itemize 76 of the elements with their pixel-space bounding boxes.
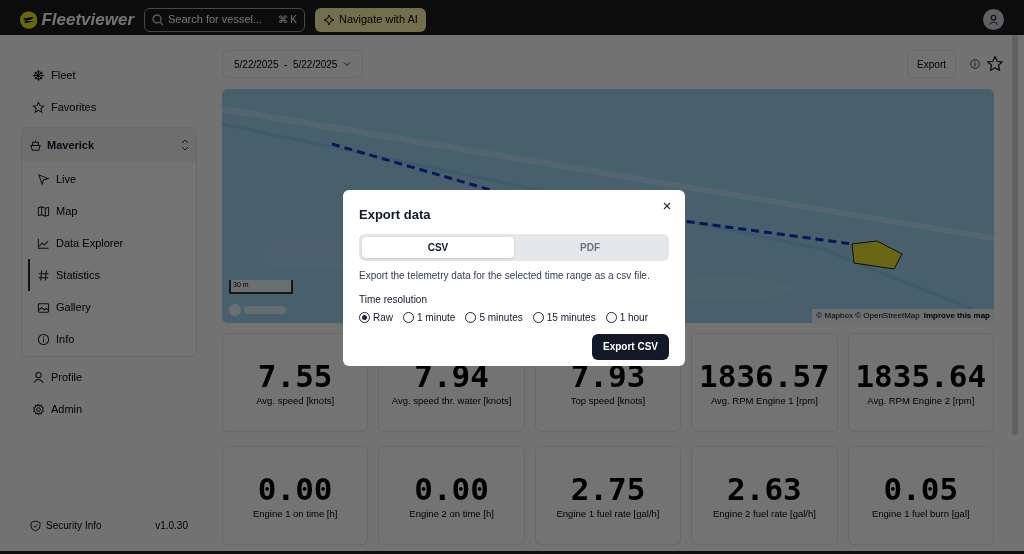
stat-label: Avg. speed thr. water [knots] [391, 394, 512, 408]
radio-label[interactable]: 15 minutes [546, 309, 596, 325]
stat-label: Engine 1 on time [h] [252, 507, 338, 521]
scrollbar[interactable] [1012, 35, 1018, 435]
sidebar-item[interactable]: Profile [21, 361, 197, 393]
version-label: v1.0.30 [155, 519, 188, 533]
dialog-description: Export the telemetry data for the selected time range as a csv file. [359, 268, 651, 283]
chevron-down-icon [343, 61, 352, 67]
mapbox-logo-icon [228, 303, 288, 317]
sidebar-item[interactable]: Gallery [28, 291, 196, 323]
hash-icon [37, 268, 50, 282]
export-button[interactable]: Export [907, 50, 956, 78]
stat-value: 2.63 [727, 471, 802, 507]
logo-text: Fleetviewer [41, 8, 134, 31]
stat-value: 0.05 [883, 471, 959, 507]
dialog-title: Export data [359, 206, 432, 224]
sidebar-item[interactable]: Statistics [28, 259, 196, 291]
date-range-picker[interactable]: 5/22/2025 - 5/22/2025 [222, 50, 364, 78]
improve-map-link[interactable]: Improve this map [923, 310, 990, 322]
stat-label: Avg. speed [knots] [256, 394, 335, 408]
stat-label: Engine 1 fuel burn [gal] [871, 507, 970, 521]
radio-label[interactable]: 1 minute [417, 309, 456, 325]
sidebar-item[interactable]: Live [28, 163, 196, 195]
radio-label[interactable]: 5 minutes [479, 309, 523, 325]
stat-value: 0.00 [257, 471, 333, 507]
map-icon [37, 204, 50, 218]
stat-value: 1836.57 [699, 358, 830, 394]
close-button[interactable] [661, 200, 673, 212]
user-icon [32, 370, 45, 384]
search-icon [152, 13, 164, 26]
star-icon[interactable] [986, 55, 1004, 73]
stat-value: 1835.64 [855, 358, 987, 394]
avatar[interactable] [983, 9, 1004, 30]
stat-label: Avg. RPM Engine 2 [rpm] [867, 394, 975, 408]
helm-icon [32, 68, 45, 82]
sidebar-item[interactable]: Map [28, 195, 196, 227]
tab[interactable]: PDF [514, 236, 666, 258]
vessel-selector[interactable]: Maverick [22, 128, 196, 162]
stat-label: Avg. RPM Engine 1 [rpm] [710, 394, 818, 408]
stat-label: Engine 1 fuel rate [gal/h] [556, 507, 660, 521]
star-icon [32, 100, 45, 114]
line-chart-icon [37, 236, 50, 250]
sidebar-item[interactable]: Favorites [21, 91, 197, 123]
search-placeholder: Search for vessel... [168, 12, 264, 28]
close-icon [663, 202, 671, 210]
shield-icon [30, 519, 41, 532]
image-icon [37, 300, 50, 314]
user-icon [988, 14, 999, 25]
sidebar-item[interactable]: Admin [21, 393, 197, 425]
navigate-ai-button[interactable]: Navigate with AI [315, 7, 426, 32]
stat-label: Engine 2 fuel rate [gal/h] [712, 507, 816, 521]
tab[interactable]: CSV [362, 236, 514, 258]
stat-value: 2.75 [570, 471, 646, 507]
stat-value: 0.00 [414, 471, 489, 507]
export-csv-button[interactable]: Export CSV [592, 333, 669, 360]
stat-value: 7.55 [257, 358, 333, 394]
map-attribution: © Mapbox © OpenStreetMap [816, 310, 920, 322]
stat-label: Top speed [knots] [570, 394, 646, 408]
boat-icon [29, 138, 42, 152]
cursor-icon [37, 172, 50, 186]
settings-icon [32, 402, 45, 416]
info-icon[interactable] [970, 59, 980, 69]
security-info-link[interactable]: Security Info [46, 518, 156, 533]
info-icon [37, 332, 50, 346]
sidebar-item[interactable]: Fleet [21, 59, 197, 91]
radio-label[interactable]: 1 hour [619, 309, 648, 325]
sidebar-item[interactable]: Data Explorer [28, 227, 196, 259]
radio-label[interactable]: Raw [373, 309, 393, 325]
stat-label: Engine 2 on time [h] [409, 507, 494, 521]
field-label: Time resolution [359, 292, 428, 307]
sidebar-item[interactable]: Info [28, 323, 196, 355]
search-field[interactable]: Search for vessel... ⌘ K [144, 7, 305, 32]
shortcut-hint: ⌘ K [277, 13, 297, 27]
logo-icon [20, 8, 38, 31]
stat-value: 7.94 [414, 358, 489, 394]
sparkle-icon [323, 13, 335, 26]
